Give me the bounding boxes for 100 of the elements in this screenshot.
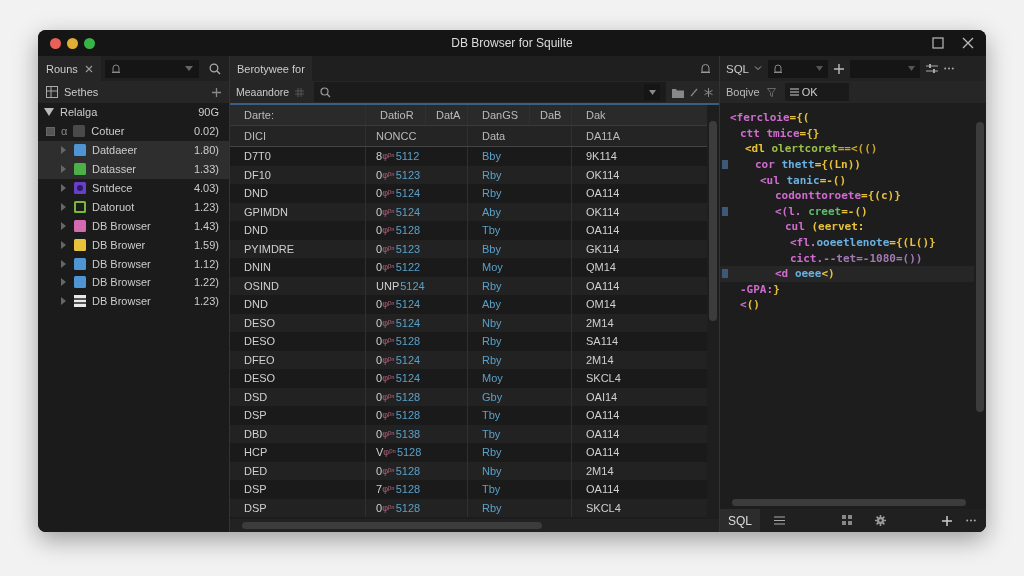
chevron-icon[interactable]: [60, 297, 66, 306]
dropdown-icon: [648, 89, 656, 95]
bell-icon: [110, 63, 121, 74]
table-cell-text: OK114: [585, 204, 621, 220]
table-cell-text: 9K114: [585, 149, 618, 165]
sidebar-tab[interactable]: Rouns: [38, 56, 101, 81]
language-dropdown[interactable]: SQL: [726, 62, 762, 75]
dropdown-field[interactable]: [850, 59, 920, 78]
column-subheader: NONCC: [366, 126, 468, 146]
ok-button[interactable]: OK: [784, 83, 849, 101]
tree-label: DB Brower: [92, 238, 146, 251]
column-header[interactable]: Dak: [572, 105, 707, 125]
close-icon[interactable]: [84, 64, 93, 73]
table-cell-text: 2M14: [585, 463, 615, 479]
column-subheader: DA11A: [585, 129, 622, 144]
tree-item[interactable]: Relalga 90G: [38, 103, 229, 122]
checkbox-icon[interactable]: [46, 126, 55, 136]
dropdown-icon[interactable]: [185, 65, 193, 72]
chevron-icon[interactable]: [60, 221, 66, 230]
asterisk-icon[interactable]: [704, 87, 713, 97]
table-cell: Aby: [468, 295, 572, 314]
grid-icon[interactable]: [841, 515, 853, 526]
menu-icon[interactable]: [774, 516, 785, 525]
column-header[interactable]: DanGS: [468, 105, 530, 125]
folder-icon[interactable]: [672, 86, 684, 98]
table-cell-text: SA114: [585, 334, 620, 350]
filter-field[interactable]: [314, 82, 666, 102]
code-line: codonttoroete={(c)}: [775, 189, 901, 203]
tree-item[interactable]: DB Brower 1.59): [38, 235, 229, 255]
table-cell: Tby: [468, 221, 572, 240]
tree-count: 1.33): [193, 163, 219, 176]
table-cell: DESO: [230, 369, 366, 388]
table-cell: DSP: [230, 406, 366, 425]
tree-count: 1.59): [193, 238, 219, 251]
more-icon[interactable]: [944, 67, 954, 70]
table-cell: Bby: [468, 147, 572, 166]
tree-item[interactable]: DB Browser 1.23): [38, 291, 229, 311]
settings-icon[interactable]: [874, 515, 886, 526]
table-cell: 8φᵖⁿ 5112: [366, 147, 468, 166]
dropdown-icon[interactable]: [816, 66, 823, 71]
table-cell-text: OA114: [585, 408, 621, 424]
tree-count: 0.02): [193, 125, 219, 138]
minimize-light-icon[interactable]: [67, 37, 78, 49]
search-field[interactable]: [768, 59, 828, 78]
chevron-icon[interactable]: [60, 202, 66, 211]
plus-icon[interactable]: [212, 87, 221, 97]
close-light-icon[interactable]: [50, 37, 61, 49]
tree-item[interactable]: DB Browser 1.43): [38, 216, 229, 236]
zoom-light-icon[interactable]: [84, 37, 95, 49]
tree-item[interactable]: DB Browser 1.12): [38, 254, 229, 273]
dropdown-button[interactable]: [644, 84, 660, 100]
chevron-icon[interactable]: [60, 165, 66, 174]
bookmark-icon[interactable]: [722, 269, 728, 279]
chevron-icon[interactable]: [60, 278, 66, 287]
table-cell: 0φᵖⁿ 5128: [366, 498, 468, 517]
editor-tab[interactable]: Berotywee for: [230, 56, 312, 81]
horizontal-scrollbar[interactable]: [230, 519, 719, 532]
table-cell: 0φᵖⁿ 5128: [366, 221, 468, 240]
table-cell: Moy: [468, 369, 572, 388]
tree-item[interactable]: Sntdece 4.03): [38, 178, 229, 198]
column-header[interactable]: DaB: [530, 105, 572, 125]
code-line: <fl.ooeetlenote={(L()}: [790, 236, 936, 250]
tree-label: DB Browser: [92, 257, 151, 270]
code-editor[interactable]: <fercloie={( ctt tmice={} <dl olertcoret==<(() cor thett={(Ln)) <ul tanic=-() codonttoroete={(c)} <(l. creet=-() cul (eervet: <fl.ooeetlenote={(L()} cict.--tet=-1080=()) <d oeee<) -GPA:} <(): [720, 103, 986, 496]
plus-icon[interactable]: [834, 63, 844, 74]
tree-item[interactable]: Datdaeer 1.80): [38, 140, 229, 160]
tree-item[interactable]: α Cotuer 0.02): [38, 121, 229, 141]
pencil-icon[interactable]: [690, 87, 698, 97]
table-cell-text: GK114: [585, 241, 621, 257]
column-header[interactable]: Darte:: [230, 105, 366, 125]
table-cell: DESO: [230, 332, 366, 351]
expanded-arrow-icon[interactable]: [44, 108, 54, 117]
close-icon[interactable]: [962, 37, 974, 49]
chevron-icon[interactable]: [60, 184, 66, 192]
tree-item[interactable]: DB Browser 1.22): [38, 273, 229, 292]
chevron-icon[interactable]: [60, 240, 66, 249]
filter-icon[interactable]: [766, 87, 776, 97]
column-header[interactable]: DatA: [426, 105, 468, 125]
bell-icon[interactable]: [700, 63, 711, 74]
table-cell-text: OAI14: [585, 389, 619, 405]
table-cell: Moy: [468, 258, 572, 277]
more-icon[interactable]: [966, 519, 976, 522]
table-cell: 7φᵖⁿ 5128: [366, 480, 468, 499]
tree-label: Relalga: [60, 106, 98, 119]
search-field[interactable]: [104, 59, 199, 78]
chevron-icon[interactable]: [60, 146, 66, 155]
tree-item[interactable]: Datoruot 1.23): [38, 197, 229, 217]
sliders-icon[interactable]: [926, 63, 938, 74]
plus-icon[interactable]: [942, 515, 952, 526]
dropdown-icon: [908, 66, 915, 71]
table-cell: Rby: [468, 443, 572, 462]
tree-label: Datoruot: [92, 200, 135, 213]
search-icon[interactable]: [209, 62, 221, 75]
status-tab[interactable]: SQL: [720, 509, 760, 532]
column-header[interactable]: DatioR: [366, 105, 426, 125]
bookmark-icon[interactable]: [722, 160, 728, 170]
bookmark-icon[interactable]: [722, 206, 728, 216]
maximize-icon[interactable]: [932, 37, 944, 49]
code-line: cor thett={(Ln)): [755, 158, 861, 172]
chevron-icon[interactable]: [60, 259, 66, 268]
